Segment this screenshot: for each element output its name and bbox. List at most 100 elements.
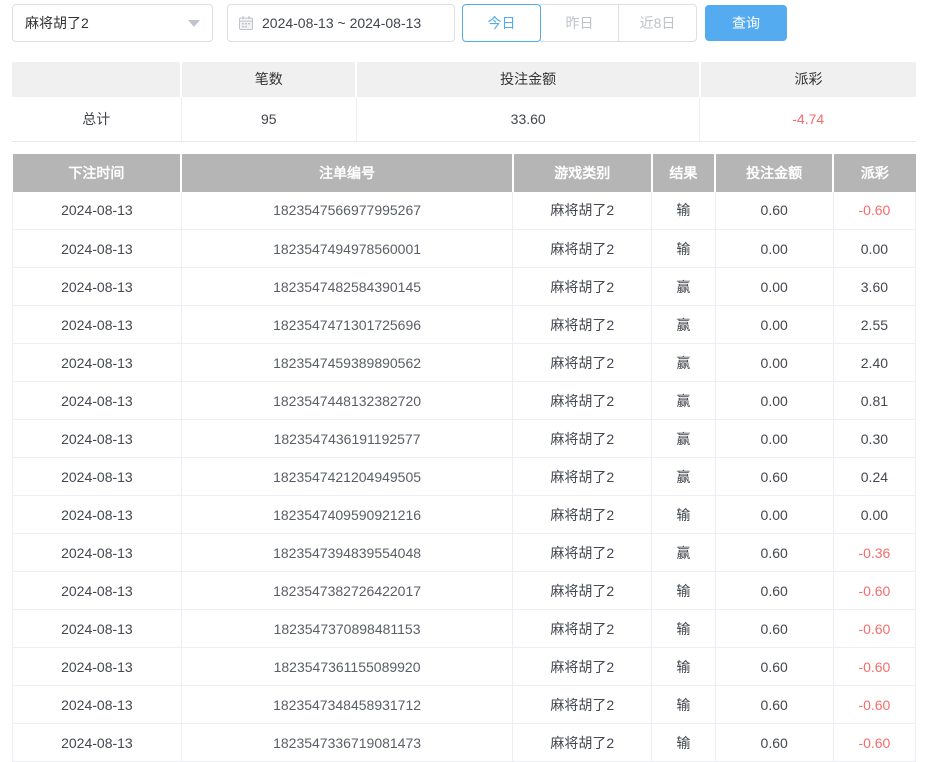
cell-bet-time: 2024-08-13 (13, 382, 182, 420)
cell-bet-id: 1823547336719081473 (181, 724, 512, 762)
cell-result: 赢 (652, 382, 715, 420)
cell-result: 输 (652, 496, 715, 534)
cell-bet-id: 1823547482584390145 (181, 268, 512, 306)
cell-bet-amount: 0.60 (715, 572, 833, 610)
cell-bet-amount: 0.00 (715, 344, 833, 382)
cell-bet-amount: 0.60 (715, 724, 833, 762)
bet-table-body: 2024-08-131823547566977995267麻将胡了2输0.60-… (13, 192, 916, 762)
cell-bet-id: 1823547566977995267 (181, 192, 512, 230)
cell-game-type: 麻将胡了2 (513, 648, 652, 686)
last-8-days-button[interactable]: 近8日 (618, 4, 697, 42)
summary-header-count: 笔数 (181, 62, 356, 97)
summary-total-row: 总计 95 33.60 -4.74 (12, 97, 916, 141)
cell-bet-time: 2024-08-13 (13, 610, 182, 648)
table-row: 2024-08-131823547370898481153麻将胡了2输0.60-… (13, 610, 916, 648)
table-row: 2024-08-131823547494978560001麻将胡了2输0.000… (13, 230, 916, 268)
cell-bet-id: 1823547448132382720 (181, 382, 512, 420)
summary-table: 笔数 投注金额 派彩 总计 95 33.60 -4.74 (12, 62, 916, 142)
cell-game-type: 麻将胡了2 (513, 534, 652, 572)
cell-bet-time: 2024-08-13 (13, 686, 182, 724)
cell-game-type: 麻将胡了2 (513, 458, 652, 496)
cell-bet-amount: 0.00 (715, 420, 833, 458)
cell-payout: 2.55 (833, 306, 915, 344)
game-select[interactable]: 麻将胡了2 (12, 4, 213, 42)
table-row: 2024-08-131823547459389890562麻将胡了2赢0.002… (13, 344, 916, 382)
cell-bet-id: 1823547436191192577 (181, 420, 512, 458)
cell-bet-amount: 0.60 (715, 648, 833, 686)
quick-date-button-group: 今日 昨日 近8日 (462, 4, 697, 42)
date-range-picker[interactable]: 2024-08-13 ~ 2024-08-13 (227, 4, 455, 42)
cell-payout: -0.60 (833, 724, 915, 762)
col-bet-amount: 投注金额 (715, 154, 833, 192)
cell-payout: 0.81 (833, 382, 915, 420)
cell-game-type: 麻将胡了2 (513, 306, 652, 344)
cell-payout: 0.00 (833, 496, 915, 534)
table-row: 2024-08-131823547436191192577麻将胡了2赢0.000… (13, 420, 916, 458)
cell-game-type: 麻将胡了2 (513, 686, 652, 724)
cell-result: 输 (652, 230, 715, 268)
cell-payout: 2.40 (833, 344, 915, 382)
bet-table-header-row: 下注时间注单编号游戏类别结果投注金额派彩 (13, 154, 916, 192)
cell-bet-id: 1823547382726422017 (181, 572, 512, 610)
cell-result: 赢 (652, 458, 715, 496)
cell-bet-time: 2024-08-13 (13, 534, 182, 572)
cell-game-type: 麻将胡了2 (513, 724, 652, 762)
cell-payout: -0.60 (833, 572, 915, 610)
cell-game-type: 麻将胡了2 (513, 230, 652, 268)
table-row: 2024-08-131823547448132382720麻将胡了2赢0.000… (13, 382, 916, 420)
summary-total-bet-amount: 33.60 (356, 97, 700, 141)
cell-bet-id: 1823547459389890562 (181, 344, 512, 382)
table-row: 2024-08-131823547482584390145麻将胡了2赢0.003… (13, 268, 916, 306)
summary-total-label: 总计 (12, 97, 181, 141)
calendar-icon (238, 15, 254, 31)
table-row: 2024-08-131823547566977995267麻将胡了2输0.60-… (13, 192, 916, 230)
cell-result: 输 (652, 572, 715, 610)
yesterday-button[interactable]: 昨日 (540, 4, 619, 42)
summary-total-count: 95 (181, 97, 356, 141)
cell-bet-id: 1823547409590921216 (181, 496, 512, 534)
cell-game-type: 麻将胡了2 (513, 268, 652, 306)
cell-payout: -0.60 (833, 648, 915, 686)
summary-header-bet-amount: 投注金额 (356, 62, 700, 97)
today-button[interactable]: 今日 (462, 4, 541, 42)
cell-bet-id: 1823547421204949505 (181, 458, 512, 496)
cell-result: 赢 (652, 534, 715, 572)
cell-result: 输 (652, 192, 715, 230)
cell-bet-id: 1823547370898481153 (181, 610, 512, 648)
cell-bet-amount: 0.00 (715, 382, 833, 420)
cell-bet-time: 2024-08-13 (13, 648, 182, 686)
cell-bet-time: 2024-08-13 (13, 420, 182, 458)
cell-bet-amount: 0.00 (715, 230, 833, 268)
cell-payout: 0.24 (833, 458, 915, 496)
cell-payout: -0.36 (833, 534, 915, 572)
cell-payout: -0.60 (833, 686, 915, 724)
cell-bet-time: 2024-08-13 (13, 344, 182, 382)
cell-bet-time: 2024-08-13 (13, 230, 182, 268)
cell-bet-amount: 0.00 (715, 496, 833, 534)
table-row: 2024-08-131823547394839554048麻将胡了2赢0.60-… (13, 534, 916, 572)
cell-bet-time: 2024-08-13 (13, 268, 182, 306)
cell-result: 输 (652, 648, 715, 686)
cell-game-type: 麻将胡了2 (513, 382, 652, 420)
table-row: 2024-08-131823547348458931712麻将胡了2输0.60-… (13, 686, 916, 724)
cell-result: 赢 (652, 420, 715, 458)
col-game-type: 游戏类别 (513, 154, 652, 192)
toolbar: 麻将胡了2 2024-08-13 ~ 2024-08-13 今日 昨日 近8日 … (12, 4, 916, 42)
table-row: 2024-08-131823547336719081473麻将胡了2输0.60-… (13, 724, 916, 762)
col-bet-id: 注单编号 (181, 154, 512, 192)
cell-game-type: 麻将胡了2 (513, 572, 652, 610)
cell-result: 输 (652, 610, 715, 648)
table-row: 2024-08-131823547409590921216麻将胡了2输0.000… (13, 496, 916, 534)
summary-total-payout: -4.74 (700, 97, 916, 141)
summary-header-row: 笔数 投注金额 派彩 (12, 62, 916, 97)
cell-bet-id: 1823547494978560001 (181, 230, 512, 268)
col-bet-time: 下注时间 (13, 154, 182, 192)
query-button[interactable]: 查询 (705, 5, 787, 41)
cell-bet-time: 2024-08-13 (13, 496, 182, 534)
cell-bet-amount: 0.00 (715, 306, 833, 344)
cell-bet-time: 2024-08-13 (13, 572, 182, 610)
col-payout: 派彩 (833, 154, 915, 192)
table-row: 2024-08-131823547382726422017麻将胡了2输0.60-… (13, 572, 916, 610)
table-row: 2024-08-131823547471301725696麻将胡了2赢0.002… (13, 306, 916, 344)
cell-bet-id: 1823547348458931712 (181, 686, 512, 724)
